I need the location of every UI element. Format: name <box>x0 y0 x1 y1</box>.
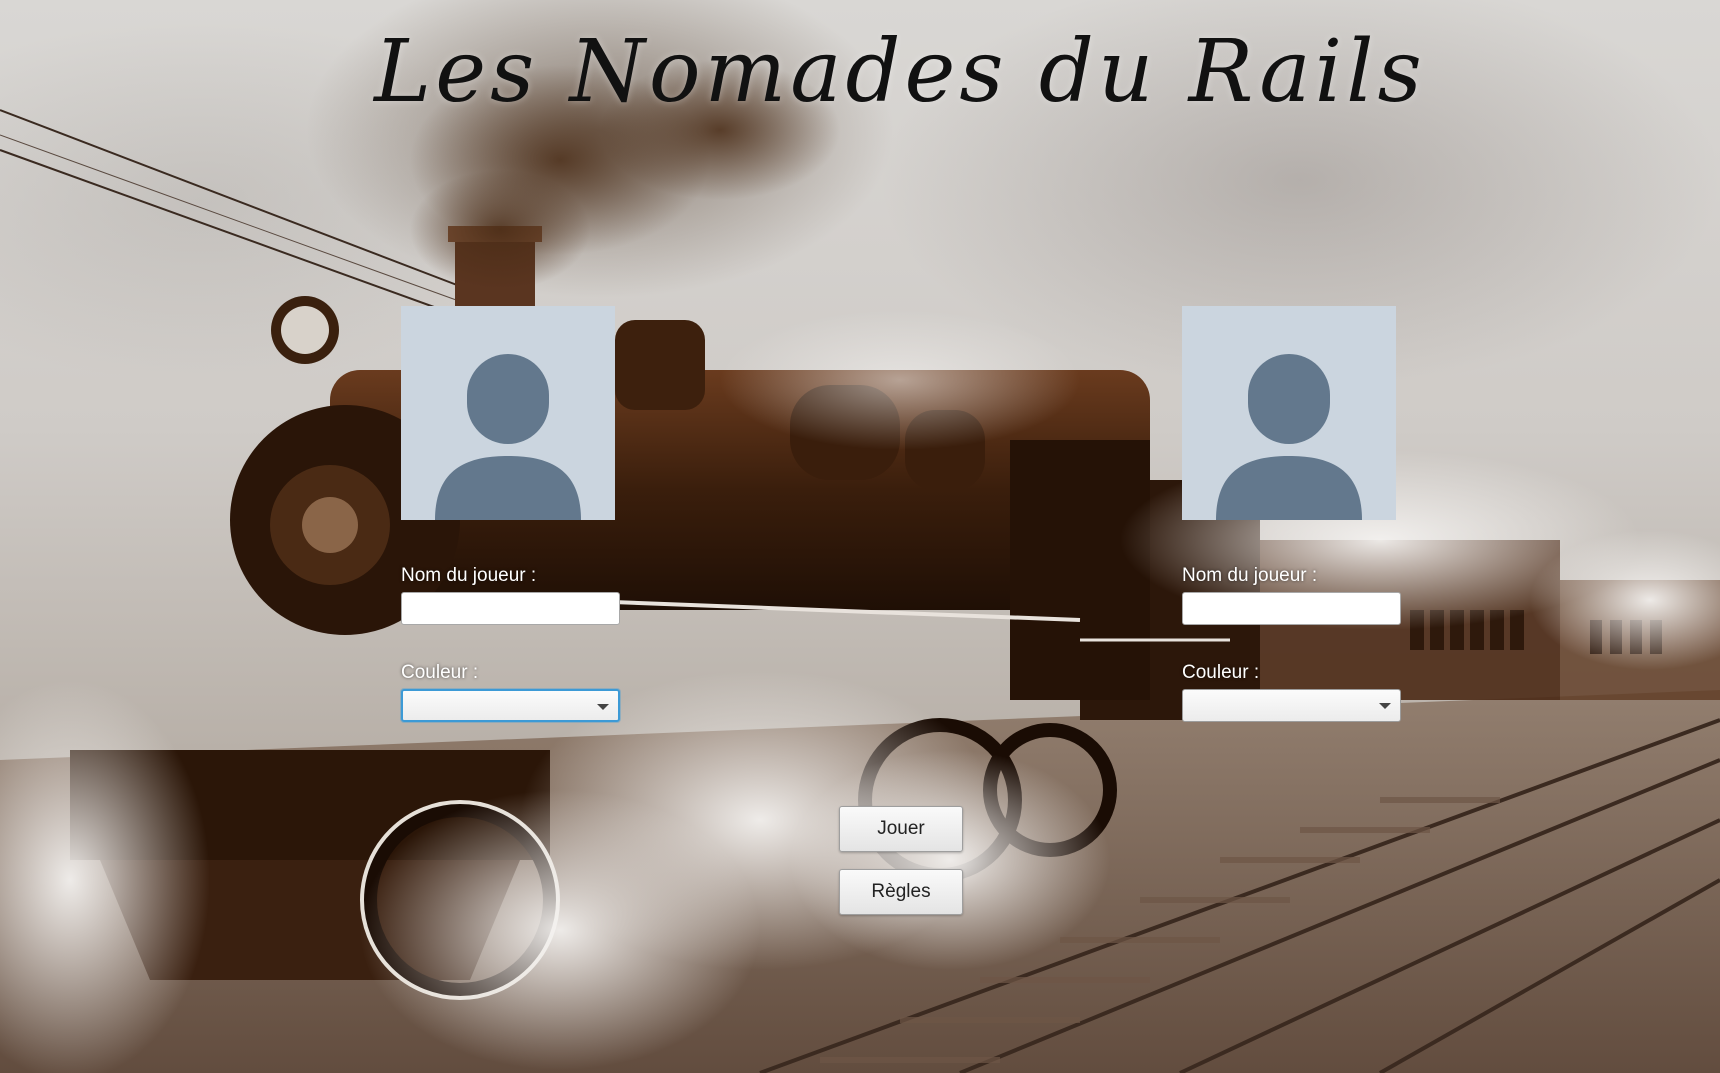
player-1-avatar[interactable] <box>401 306 615 520</box>
player-1-name-input[interactable] <box>401 592 620 625</box>
game-title: Les Nomades du Rails <box>374 22 1426 122</box>
player-2-avatar[interactable] <box>1182 306 1396 520</box>
player-2-color-select[interactable] <box>1182 689 1401 722</box>
chevron-down-icon <box>1379 703 1391 709</box>
player-2-color-label: Couleur : <box>1182 662 1260 683</box>
player-2-name-input[interactable] <box>1182 592 1401 625</box>
player-2-name-label: Nom du joueur : <box>1182 565 1318 586</box>
player-1-color-label: Couleur : <box>401 662 479 683</box>
player-1-panel: Nom du joueur : Couleur : <box>401 306 621 722</box>
player-1-color-select[interactable] <box>401 689 620 722</box>
chevron-down-icon <box>597 704 609 710</box>
play-button[interactable]: Jouer <box>839 806 963 852</box>
user-silhouette-icon <box>1216 354 1362 520</box>
rules-button[interactable]: Règles <box>839 869 963 915</box>
player-1-name-label: Nom du joueur : <box>401 565 537 586</box>
player-2-panel: Nom du joueur : Couleur : <box>1182 306 1402 722</box>
user-silhouette-icon <box>435 354 581 520</box>
